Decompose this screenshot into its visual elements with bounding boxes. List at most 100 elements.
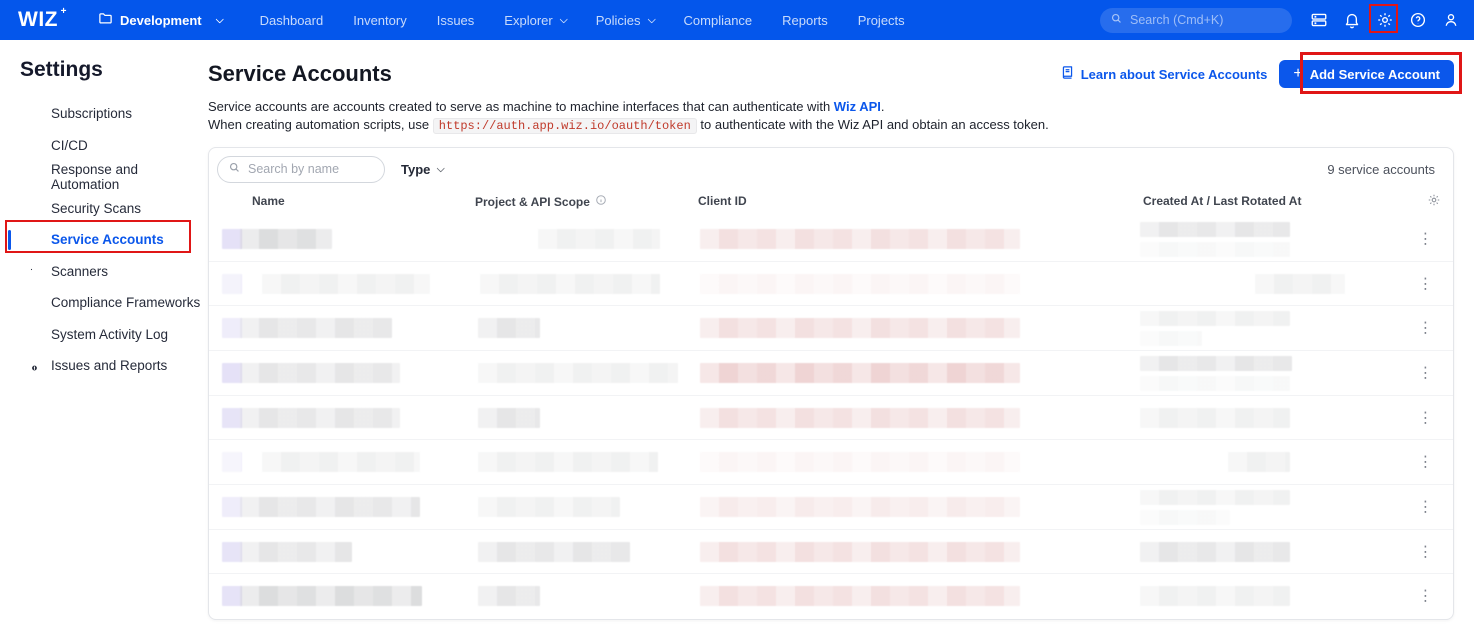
- help-icon[interactable]: [1409, 11, 1427, 29]
- nav-item-reports[interactable]: Reports: [782, 13, 828, 28]
- redacted-scope: [478, 542, 630, 562]
- redacted-name: [240, 229, 332, 249]
- redacted-scope: [478, 586, 540, 606]
- sidebar-item-service-accounts[interactable]: Service Accounts: [0, 224, 208, 256]
- redacted-scope: [478, 363, 678, 383]
- row-actions-kebab-icon[interactable]: ⋮: [1414, 497, 1437, 516]
- nav-item-issues[interactable]: Issues: [437, 13, 475, 28]
- sidebar-item-response-and-automation[interactable]: Response and Automation: [0, 161, 208, 193]
- service-account-icon: [23, 230, 40, 250]
- redacted-name: [240, 408, 400, 428]
- redacted-name: [240, 497, 420, 517]
- sidebar-item-ci-cd[interactable]: CI/CD: [0, 130, 208, 162]
- sidebar-item-compliance-frameworks[interactable]: Compliance Frameworks: [0, 287, 208, 319]
- sidebar-item-issues-and-reports[interactable]: Issues and Reports: [0, 350, 208, 382]
- info-icon: [595, 194, 607, 209]
- sidebar-item-label: Issues and Reports: [51, 358, 167, 373]
- redacted-last-rotated: [1140, 331, 1202, 346]
- table-header-row: Name Project & API Scope Client ID Creat…: [209, 190, 1453, 217]
- bell-icon[interactable]: [1343, 11, 1361, 29]
- column-created-at: Created At / Last Rotated At: [1143, 194, 1301, 208]
- redacted-name: [240, 586, 422, 606]
- row-actions-kebab-icon[interactable]: ⋮: [1414, 408, 1437, 427]
- primary-nav: Dashboard Inventory Issues Explorer Policies…: [260, 13, 905, 28]
- table-body: ⋮ ⋮ ⋮ ⋮ ⋮ ⋮ ⋮ ⋮ ⋮: [209, 217, 1453, 618]
- sidebar-item-subscriptions[interactable]: Subscriptions: [0, 98, 208, 130]
- redacted-scope: [538, 229, 660, 249]
- redacted-avatar: [222, 408, 242, 428]
- book-icon: [1060, 65, 1075, 83]
- page-title: Service Accounts: [208, 61, 392, 87]
- column-project-api-scope: Project & API Scope: [475, 194, 607, 209]
- table-row: ⋮: [209, 350, 1453, 395]
- row-actions-kebab-icon[interactable]: ⋮: [1414, 453, 1437, 472]
- sidebar-item-label: Compliance Frameworks: [51, 295, 200, 310]
- sidebar-title: Settings: [20, 58, 208, 82]
- wiz-api-link[interactable]: Wiz API: [834, 99, 881, 114]
- gear-icon[interactable]: [1376, 11, 1394, 29]
- billing-icon[interactable]: [1310, 11, 1328, 29]
- redacted-client-id: [700, 274, 1020, 294]
- infinity-icon: [23, 135, 40, 155]
- table-row: ⋮: [209, 573, 1453, 618]
- row-actions-kebab-icon[interactable]: ⋮: [1414, 319, 1437, 338]
- redacted-created-at: [1140, 490, 1290, 505]
- sidebar-item-scanners[interactable]: Scanners: [0, 256, 208, 288]
- nav-item-projects[interactable]: Projects: [858, 13, 905, 28]
- table-row: ⋮: [209, 439, 1453, 484]
- global-search-input[interactable]: Search (Cmd+K): [1100, 8, 1292, 33]
- column-client-id: Client ID: [698, 194, 747, 208]
- redacted-name: [240, 363, 400, 383]
- redacted-name: [240, 318, 392, 338]
- redacted-scope: [478, 318, 540, 338]
- table-row: ⋮: [209, 305, 1453, 350]
- row-actions-kebab-icon[interactable]: ⋮: [1414, 363, 1437, 382]
- redacted-client-id: [700, 542, 1020, 562]
- sidebar-item-label: Scanners: [51, 264, 108, 279]
- redacted-created-at: [1140, 408, 1290, 428]
- file-scan-icon: [23, 198, 40, 218]
- row-actions-kebab-icon[interactable]: ⋮: [1414, 274, 1437, 293]
- cloud-icon: [23, 104, 40, 124]
- oauth-token-url: https://auth.app.wiz.io/oauth/token: [433, 118, 697, 134]
- learn-about-service-accounts-link[interactable]: Learn about Service Accounts: [1060, 65, 1268, 83]
- nav-item-inventory[interactable]: Inventory: [353, 13, 406, 28]
- redacted-created-at: [1140, 222, 1290, 237]
- user-icon[interactable]: [1442, 11, 1460, 29]
- chevron-down-icon: [437, 164, 445, 172]
- wiz-logo: WIZ+: [18, 8, 58, 32]
- activity-icon: [23, 324, 40, 344]
- redacted-scope: [478, 408, 540, 428]
- row-actions-kebab-icon[interactable]: ⋮: [1414, 229, 1437, 248]
- report-icon: [23, 356, 40, 376]
- add-service-account-button[interactable]: + Add Service Account: [1279, 60, 1454, 88]
- column-settings-gear-icon[interactable]: [1427, 193, 1441, 210]
- chevron-down-icon: [647, 15, 655, 23]
- redacted-created-at: [1255, 274, 1345, 294]
- redacted-created-at: [1228, 452, 1290, 472]
- shield-icon: [23, 293, 40, 313]
- redacted-client-id: [700, 363, 1020, 383]
- navbar-icon-group: [1310, 11, 1460, 29]
- row-actions-kebab-icon[interactable]: ⋮: [1414, 542, 1437, 561]
- nav-item-explorer[interactable]: Explorer: [504, 13, 565, 28]
- nav-item-dashboard[interactable]: Dashboard: [260, 13, 324, 28]
- redacted-last-rotated: [1140, 242, 1290, 257]
- redacted-avatar: [222, 542, 242, 562]
- redacted-name: [262, 452, 420, 472]
- sidebar-item-security-scans[interactable]: Security Scans: [0, 193, 208, 225]
- project-selector[interactable]: Development: [98, 11, 222, 29]
- top-navbar: WIZ+ Development Dashboard Inventory Issue…: [0, 0, 1474, 40]
- nav-item-compliance[interactable]: Compliance: [684, 13, 753, 28]
- folder-icon: [98, 11, 113, 29]
- sidebar-item-system-activity-log[interactable]: System Activity Log: [0, 319, 208, 351]
- row-actions-kebab-icon[interactable]: ⋮: [1414, 587, 1437, 606]
- type-filter-dropdown[interactable]: Type: [401, 162, 443, 177]
- search-by-name-input[interactable]: Search by name: [217, 156, 385, 183]
- nav-item-policies[interactable]: Policies: [596, 13, 654, 28]
- chevron-down-icon: [215, 15, 223, 23]
- table-row: ⋮: [209, 261, 1453, 306]
- redacted-avatar: [222, 586, 242, 606]
- redacted-last-rotated: [1140, 510, 1230, 525]
- sidebar-item-label: System Activity Log: [51, 327, 168, 342]
